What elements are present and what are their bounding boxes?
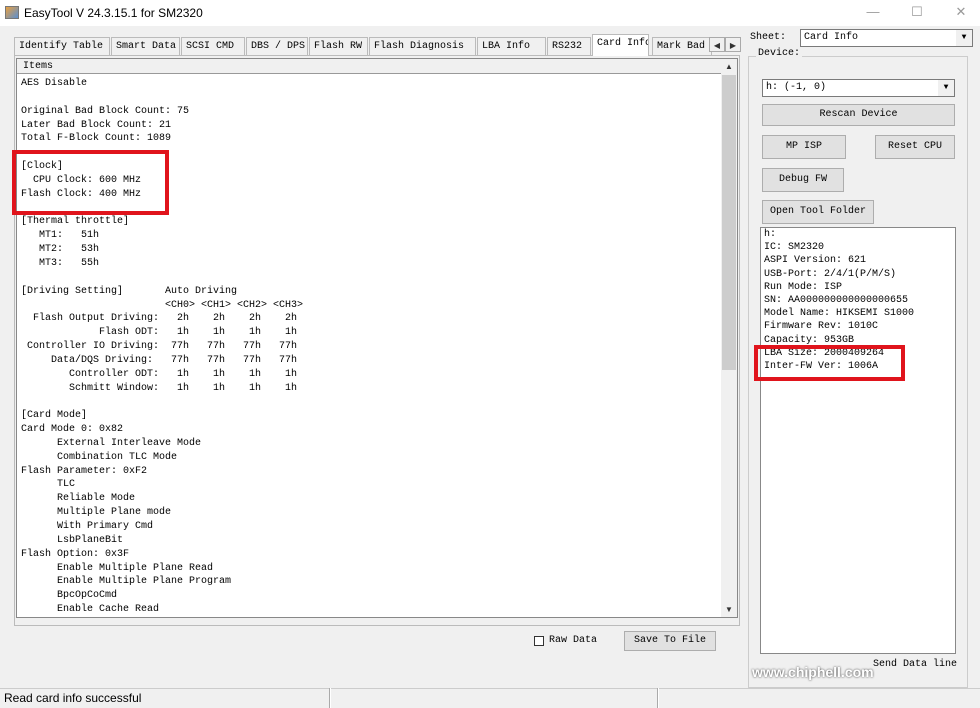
list-line: Combination TLC Mode — [21, 451, 178, 463]
list-line: Controller IO Driving: 77h 77h 77h 77h — [21, 341, 298, 353]
list-line: Enable Multiple Plane Program — [21, 576, 232, 588]
raw-data-checkbox[interactable] — [534, 636, 544, 646]
tab-rs232[interactable]: RS232 — [547, 37, 591, 55]
list-line: [Card Mode] — [21, 410, 88, 422]
list-line: MT2: 53h — [21, 244, 100, 256]
list-line: Data/DQS Driving: 77h 77h 77h 77h — [21, 354, 298, 366]
sheet-value: Card Info — [804, 32, 859, 43]
vertical-scrollbar[interactable]: ▲ ▼ — [721, 59, 737, 617]
list-line: TLC — [21, 479, 76, 491]
send-data-line-button[interactable]: Send Data line — [870, 656, 960, 676]
device-info-line: Run Mode: ISP — [764, 281, 843, 293]
debug-fw-button[interactable]: Debug FW — [762, 168, 844, 192]
list-line: <CH0> <CH1> <CH2> <CH3> — [21, 299, 304, 311]
status-bar — [0, 688, 980, 708]
list-line: AES Disable — [21, 78, 88, 89]
tab-scsi-cmd[interactable]: SCSI CMD — [181, 37, 245, 55]
device-select[interactable]: h: (-1, 0) ▼ — [762, 79, 955, 97]
tab-identify-table[interactable]: Identify Table — [14, 37, 110, 55]
save-to-file-button[interactable]: Save To File — [624, 631, 716, 651]
tab-flash-rw[interactable]: Flash RW — [309, 37, 368, 55]
tab-card-info[interactable]: Card Info — [592, 34, 649, 56]
list-line: MT3: 55h — [21, 257, 100, 269]
chevron-down-icon: ▼ — [956, 30, 972, 46]
raw-data-label: Raw Data — [549, 635, 598, 646]
tab-smart-data[interactable]: Smart Data — [111, 37, 180, 55]
list-line — [21, 395, 303, 409]
list-line: MT1: 51h — [21, 230, 100, 242]
device-info-line: USB-Port: 2/4/1(P/M/S) — [764, 268, 897, 280]
list-line: Schmitt Window: 1h 1h 1h 1h — [21, 382, 298, 394]
sheet-select[interactable]: Card Info ▼ — [800, 29, 973, 47]
device-label: Device: — [756, 48, 803, 59]
device-info-line: h: — [764, 229, 777, 240]
watermark: www.chiphell.com — [752, 664, 874, 680]
status-divider — [329, 688, 331, 708]
list-line: Flash ODT: 1h 1h 1h 1h — [21, 327, 298, 339]
tab-scroll-right-icon[interactable]: ▶ — [725, 37, 741, 52]
device-value: h: (-1, 0) — [766, 82, 827, 93]
list-line: Enable Cache Read — [21, 604, 160, 616]
highlight-box-inter-fw — [754, 345, 905, 381]
scroll-up-icon[interactable]: ▲ — [721, 59, 737, 74]
list-line: Flash Option: 0x3F — [21, 548, 130, 560]
list-line: Later Bad Block Count: 21 — [21, 119, 172, 131]
rescan-device-button[interactable]: Rescan Device — [762, 104, 955, 126]
close-button[interactable]: ✕ — [946, 4, 976, 22]
status-text: Read card info successful — [4, 691, 142, 705]
list-line: Controller ODT: 1h 1h 1h 1h — [21, 368, 298, 380]
list-line: Total F-Block Count: 1089 — [21, 133, 172, 145]
device-info-line: IC: SM2320 — [764, 242, 825, 254]
list-line — [21, 271, 303, 285]
list-line: Card Mode 0: 0x82 — [21, 424, 124, 436]
device-info-line: ASPI Version: 621 — [764, 255, 867, 267]
list-line: Multiple Plane mode — [21, 507, 172, 519]
list-line: Flash Parameter: 0xF2 — [21, 465, 148, 477]
list-line: Enable Multiple Plane Read — [21, 562, 214, 574]
column-header-items[interactable]: Items — [17, 59, 721, 74]
tab-mark-bad-in[interactable]: Mark Bad In — [652, 37, 712, 55]
maximize-button[interactable]: ☐ — [902, 4, 932, 22]
device-info-line: Firmware Rev: 1010C — [764, 321, 879, 333]
window-title: EasyTool V 24.3.15.1 for SM2320 — [24, 6, 203, 20]
status-divider — [657, 688, 659, 708]
list-line: With Primary Cmd — [21, 521, 154, 532]
list-line: LsbPlaneBit — [21, 534, 124, 546]
open-tool-folder-button[interactable]: Open Tool Folder — [762, 200, 874, 224]
app-icon — [5, 6, 19, 19]
scroll-down-icon[interactable]: ▼ — [721, 602, 737, 617]
scroll-thumb[interactable] — [722, 75, 736, 370]
tab-scroll-left-icon[interactable]: ◀ — [709, 37, 725, 52]
highlight-box-clock — [12, 150, 169, 215]
list-line: Reliable Mode — [21, 493, 136, 505]
list-line: External Interleave Mode — [21, 437, 202, 449]
tab-lba-info[interactable]: LBA Info — [477, 37, 546, 55]
list-line: Original Bad Block Count: 75 — [21, 105, 190, 117]
minimize-button[interactable]: — — [858, 4, 888, 22]
tab-flash-diagnosis[interactable]: Flash Diagnosis — [369, 37, 476, 55]
mp-isp-button[interactable]: MP ISP — [762, 135, 846, 159]
device-info-line: Model Name: HIKSEMI S1000 — [764, 308, 915, 320]
list-line: [Thermal throttle] — [21, 216, 130, 228]
sheet-label: Sheet: — [750, 32, 787, 43]
chevron-down-icon: ▼ — [938, 80, 954, 96]
list-line: BpcOpCoCmd — [21, 590, 118, 602]
reset-cpu-button[interactable]: Reset CPU — [875, 135, 955, 159]
list-line: [Driving Setting] Auto Driving — [21, 285, 238, 297]
list-line: Flash Output Driving: 2h 2h 2h 2h — [21, 313, 298, 325]
list-line — [21, 91, 303, 105]
tab-dbs-dps[interactable]: DBS / DPS — [246, 37, 308, 55]
device-info-line: SN: AA000000000000000655 — [764, 294, 909, 306]
